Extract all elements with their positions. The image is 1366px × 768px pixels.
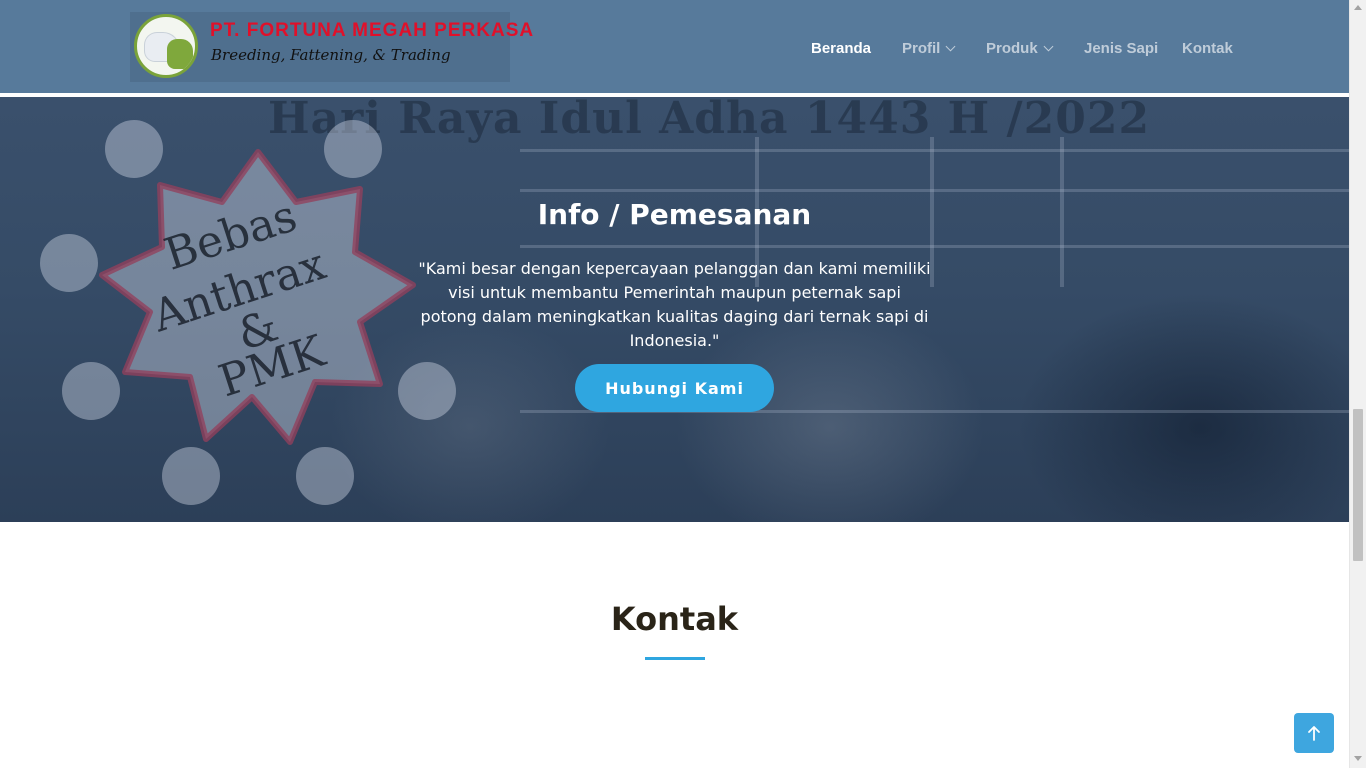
scroll-up-arrow-icon[interactable] xyxy=(1354,5,1362,10)
nav-item-kontak[interactable]: Kontak xyxy=(1182,37,1233,59)
vertical-scrollbar[interactable] xyxy=(1349,0,1366,768)
hero-quote: "Kami besar dengan kepercayaan pelanggan… xyxy=(418,259,931,350)
green-cow-icon xyxy=(167,39,193,69)
nav-label: Produk xyxy=(986,39,1038,57)
brand-tagline: Breeding, Fattening, & Trading xyxy=(211,46,451,64)
stamp-dot xyxy=(296,447,354,505)
brand-name: PT. FORTUNA MEGAH PERKASA xyxy=(210,20,535,41)
nav-item-jenis-sapi[interactable]: Jenis Sapi xyxy=(1084,37,1158,59)
nav-item-produk[interactable]: Produk xyxy=(986,37,1054,59)
header-divider xyxy=(0,93,1349,97)
hero-title: Info / Pemesanan xyxy=(537,198,812,231)
nav-label: Beranda xyxy=(811,39,872,57)
cattle-logo-icon xyxy=(134,14,198,78)
scrollbar-thumb[interactable] xyxy=(1353,409,1363,561)
page: PT. FORTUNA MEGAH PERKASA Breeding, Fatt… xyxy=(0,0,1349,768)
info-hero-section: Hari Raya Idul Adha 1443 H /2022 Bebas A… xyxy=(0,97,1349,522)
site-header: PT. FORTUNA MEGAH PERKASA Breeding, Fatt… xyxy=(0,0,1349,93)
stamp-dot xyxy=(324,120,382,178)
brand-logo[interactable]: PT. FORTUNA MEGAH PERKASA Breeding, Fatt… xyxy=(130,12,533,82)
chevron-down-icon xyxy=(1043,41,1054,51)
nav-label: Jenis Sapi xyxy=(1084,39,1159,57)
nav-item-beranda[interactable]: Beranda xyxy=(811,37,871,59)
fence-rail xyxy=(520,189,1349,192)
contact-us-button[interactable]: Hubungi Kami xyxy=(575,364,774,412)
stamp-dot xyxy=(40,234,98,292)
arrow-up-icon xyxy=(1308,726,1320,741)
stamp-dot xyxy=(62,362,120,420)
nav-label: Profil xyxy=(902,39,941,57)
chevron-down-icon xyxy=(945,41,956,51)
nav-label: Kontak xyxy=(1182,39,1233,57)
stamp-dot xyxy=(105,120,163,178)
back-to-top-button[interactable] xyxy=(1294,713,1334,753)
stamp-dot xyxy=(398,362,456,420)
nav-item-profil[interactable]: Profil xyxy=(902,37,956,59)
fence-rail xyxy=(520,149,1349,152)
stamp-dot xyxy=(162,447,220,505)
fence-rail xyxy=(520,245,1349,248)
scroll-down-arrow-icon[interactable] xyxy=(1354,756,1362,761)
title-underline xyxy=(645,657,705,660)
contact-section-title: Kontak xyxy=(610,600,739,638)
